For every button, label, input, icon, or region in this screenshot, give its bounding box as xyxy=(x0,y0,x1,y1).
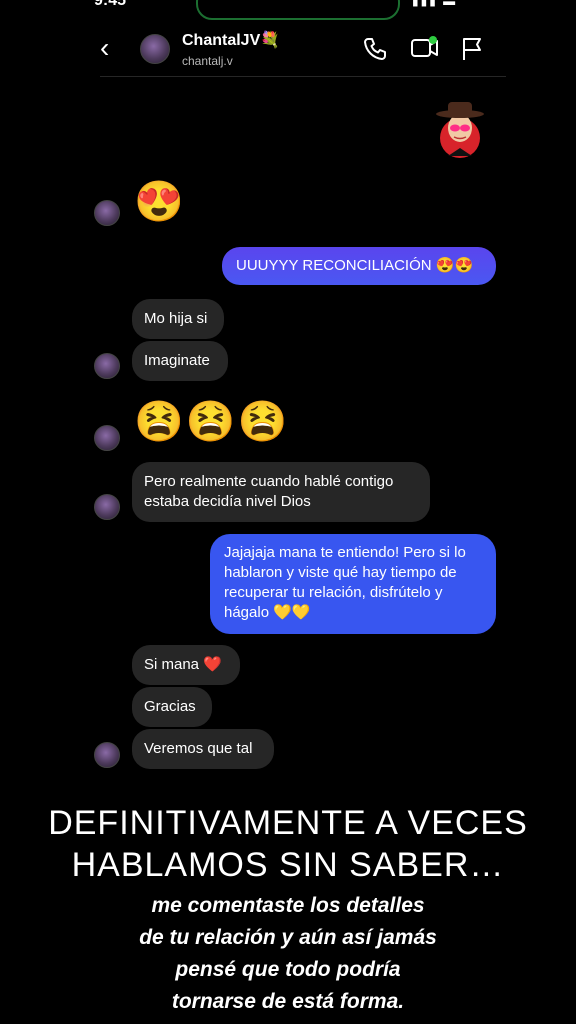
caption-heading: DEFINITIVAMENTE A VECES HABLAMOS SIN SAB… xyxy=(0,802,576,886)
message-bubble-received[interactable]: Pero realmente cuando hablé contigo esta… xyxy=(132,462,430,522)
caption-heading-line: HABLAMOS SIN SABER… xyxy=(71,846,505,884)
avatar-sticker[interactable] xyxy=(434,98,486,160)
flag-icon[interactable] xyxy=(460,36,484,62)
caption-subtext: me comentaste los detalles de tu relació… xyxy=(0,890,576,1018)
header-divider xyxy=(100,76,506,77)
dynamic-island xyxy=(196,0,400,20)
avatar[interactable] xyxy=(140,34,170,64)
sender-avatar xyxy=(94,425,120,451)
emoji-message[interactable]: 😫😫😫 xyxy=(134,398,289,446)
emoji-message[interactable]: 😍 xyxy=(134,178,184,226)
contact-username: chantalj.v xyxy=(182,54,233,68)
caption-sub-line: pensé que todo podría xyxy=(175,958,401,981)
phone-icon[interactable] xyxy=(362,36,388,62)
video-icon[interactable] xyxy=(410,34,440,62)
sender-avatar xyxy=(94,200,120,226)
status-indicators: ▮▮▮ ▬ xyxy=(412,0,458,8)
message-line: hablaron y viste qué hay tiempo de xyxy=(224,564,457,581)
chat-header: ‹ ChantalJV💐 chantalj.v xyxy=(0,24,576,76)
message-bubble-received[interactable]: Imaginate xyxy=(132,341,228,381)
caption-heading-line: DEFINITIVAMENTE A VECES xyxy=(48,804,528,842)
sender-avatar xyxy=(94,353,120,379)
message-bubble-received[interactable]: Veremos que tal xyxy=(132,729,274,769)
chevron-left-icon[interactable]: ‹ xyxy=(100,34,109,62)
status-time: 9:45 xyxy=(94,0,127,9)
message-bubble-sent[interactable]: UUUYYY RECONCILIACIÓN 😍😍 xyxy=(222,247,496,285)
caption-sub-line: me comentaste los detalles xyxy=(151,894,425,917)
message-line: Pero realmente cuando hablé contigo xyxy=(144,473,394,490)
message-line: Jajajaja mana te entiendo! Pero si lo xyxy=(224,544,466,561)
message-bubble-received[interactable]: Mo hija si xyxy=(132,299,224,339)
message-bubble-received[interactable]: Gracias xyxy=(132,687,212,727)
contact-name[interactable]: ChantalJV💐 xyxy=(182,30,280,50)
message-line: estaba decidía nivel Dios xyxy=(144,493,311,510)
message-bubble-received[interactable]: Si mana ❤️ xyxy=(132,645,240,685)
message-line: recuperar tu relación, disfrútelo y xyxy=(224,584,443,601)
sender-avatar xyxy=(94,494,120,520)
message-bubble-sent[interactable]: Jajajaja mana te entiendo! Pero si lo ha… xyxy=(210,534,496,634)
caption-sub-line: de tu relación y aún así jamás xyxy=(139,926,437,949)
sender-avatar xyxy=(94,742,120,768)
message-line: hágalo 💛💛 xyxy=(224,604,311,621)
caption-sub-line: tornarse de está forma. xyxy=(171,990,405,1013)
